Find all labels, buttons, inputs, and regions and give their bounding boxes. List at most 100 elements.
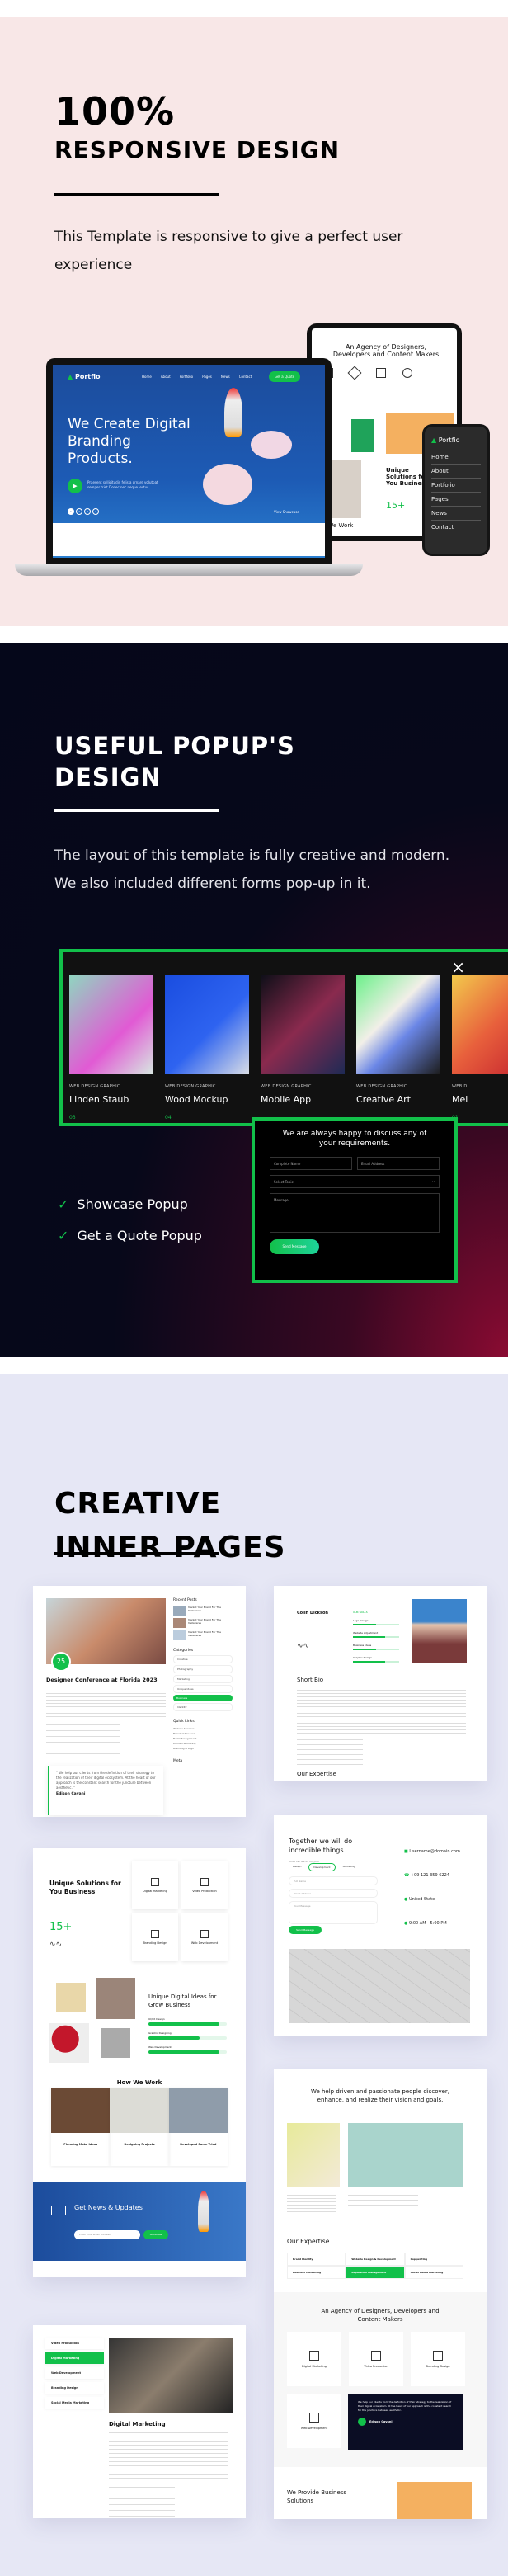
rocket-illustration [198,2191,209,2232]
contact-field[interactable]: Email Address [289,1889,378,1898]
feature-label: Showcase Popup [77,1196,188,1212]
cubes-icon [347,366,362,380]
map[interactable] [289,1949,470,2023]
showcase-title: Linden Staub [69,1094,129,1105]
service-menu-item[interactable]: Digital Marketing [45,2352,104,2364]
service-option[interactable]: Design [289,1863,305,1871]
laptop-nav-portfolio[interactable]: Portfolio [180,375,193,379]
slider-dot[interactable]: 4 [92,508,99,515]
phone-menu-portfolio[interactable]: Portfolio [431,479,481,493]
showcase-card[interactable]: WEB D Mel 01 [452,975,508,1121]
blog-body-text [46,1693,166,1720]
laptop-nav-home[interactable]: Home [142,375,152,379]
expertise-item[interactable]: Copywriting [404,2253,463,2266]
service-menu-item[interactable]: Branding Design [45,2382,104,2394]
service-card[interactable]: Web Development [181,1913,228,1961]
laptop-quote-button[interactable]: Get a Quote [269,371,300,382]
service-card[interactable]: Digital Marketing [287,2332,341,2386]
contact-field[interactable]: Full Name [289,1876,378,1885]
expertise-item[interactable]: Business Consulting [287,2266,346,2279]
send-message-button[interactable]: Send Message [270,1239,319,1254]
bio-bullets [297,1739,363,1769]
play-button[interactable]: ▶ [68,479,82,493]
service-card[interactable]: Video Production [349,2332,403,2386]
contact-phone[interactable]: ☎ +09 121 359 6224 [404,1864,460,1888]
phone-menu-home[interactable]: Home [431,451,481,465]
date-badge: 25 [51,1652,71,1672]
laptop-nav-news[interactable]: News [221,375,230,379]
contact-location-text: United State [408,1897,435,1902]
tablet-years: 15+ [386,500,406,511]
name-field[interactable]: Complete Name [270,1157,352,1170]
view-showcase-link[interactable]: View Showcase [274,510,299,514]
showcase-title: Mobile App [261,1094,312,1105]
phone-menu-contact[interactable]: Contact [431,521,481,534]
step-card: Designing Projects [110,2088,169,2166]
recent-post-item[interactable]: Market Your Brand For The Metaverse [173,1606,233,1616]
category-item[interactable]: Identity [173,1703,233,1711]
showcase-card[interactable]: WEB DESIGN GRAPHIC Linden Staub 03 [69,975,153,1121]
laptop-nav-contact[interactable]: Contact [239,375,252,379]
divider [54,1552,219,1555]
service-card[interactable]: Video Production [181,1861,228,1909]
skill-track [353,1624,399,1625]
recent-post-item[interactable]: Market Your Brand For The Metaverse [173,1618,233,1628]
laptop-nav-pages[interactable]: Pages [202,375,212,379]
category-item[interactable]: Photography [173,1665,233,1673]
recent-post-title: Market Your Brand For The Metaverse [188,1606,221,1612]
service-card[interactable]: Web Development [287,2394,341,2448]
quick-link[interactable]: Branding & Logo [173,1746,233,1751]
feature-label: Get a Quote Popup [77,1228,202,1243]
expertise-item[interactable]: Social Media Marketing [404,2266,463,2279]
close-icon[interactable]: × [451,957,465,977]
service-menu-item[interactable]: Video Production [45,2338,104,2349]
skill-track [353,1661,399,1663]
service-body-text [109,2432,228,2482]
contact-email[interactable]: ■ Username@domain.com [404,1840,460,1864]
feature-quote: ✓ Get a Quote Popup [58,1228,202,1243]
newsletter-email-input[interactable]: Enter your email address [74,2230,140,2239]
topic-select[interactable]: Select Topic ⌄ [270,1175,440,1188]
service-card[interactable]: Branding Design [132,1913,178,1961]
about2-expertise-heading: Our Expertise [287,2238,330,2245]
contact-send-button[interactable]: Send Message [289,1926,322,1934]
laptop-nav-about[interactable]: About [161,375,171,379]
showcase-card[interactable]: WEB DESIGN GRAPHIC Creative Art [356,975,440,1115]
expertise-item[interactable]: Brand Identity [287,2253,346,2266]
service-icon [309,2412,319,2423]
slider-dot[interactable]: 3 [84,508,91,515]
contact-hours: ● 9:00 AM - 5:00 PM [404,1912,460,1936]
provide-image [397,2482,472,2519]
email-field[interactable]: Email Address [357,1157,440,1170]
message-field[interactable]: Message [270,1193,440,1233]
service-menu-item[interactable]: Social Media Marketing [45,2397,104,2409]
service-option[interactable]: Marketing [339,1863,360,1871]
showcase-number: 01 [452,1115,508,1121]
slider-dot[interactable]: 2 [76,508,82,515]
category-item[interactable]: Marketing [173,1675,233,1683]
service-option[interactable]: Development [308,1863,336,1871]
slider-dot[interactable]: 1 [68,508,74,515]
service-card[interactable]: Digital Marketing [132,1861,178,1909]
phone-menu-about[interactable]: About [431,465,481,479]
subscribe-button[interactable]: Subscribe [143,2230,168,2239]
recent-post-item[interactable]: Market Your Brand For The Metaverse [173,1630,233,1640]
about2-page-preview: We help driven and passionate people dis… [274,2069,487,2519]
phone-menu-pages[interactable]: Pages [431,493,481,507]
category-item[interactable]: Creative [173,1655,233,1663]
category-item[interactable]: Unique Ideas [173,1685,233,1693]
showcase-card[interactable]: WEB DESIGN GRAPHIC Mobile App [261,975,345,1115]
showcase-card[interactable]: WEB DESIGN GRAPHIC Wood Mockup 04 [165,975,249,1121]
category-item[interactable]: Business [173,1695,233,1701]
phone-menu-news[interactable]: News [431,507,481,521]
skill-fill [353,1636,386,1638]
expertise-item[interactable]: Website Design & Development [346,2253,405,2266]
service-menu-item[interactable]: Web Development [45,2367,104,2379]
contact-field[interactable]: Your Message [289,1901,378,1924]
expertise-item[interactable]: Reputation Management [346,2266,405,2279]
short-bio-heading: Short Bio [297,1677,324,1683]
slider-dots: 1 2 3 4 [68,508,99,515]
service-menu: Video Production Digital Marketing Web Dev… [45,2338,104,2412]
service-card[interactable]: Branding Design [411,2332,465,2386]
about2-bullets [348,2195,418,2226]
